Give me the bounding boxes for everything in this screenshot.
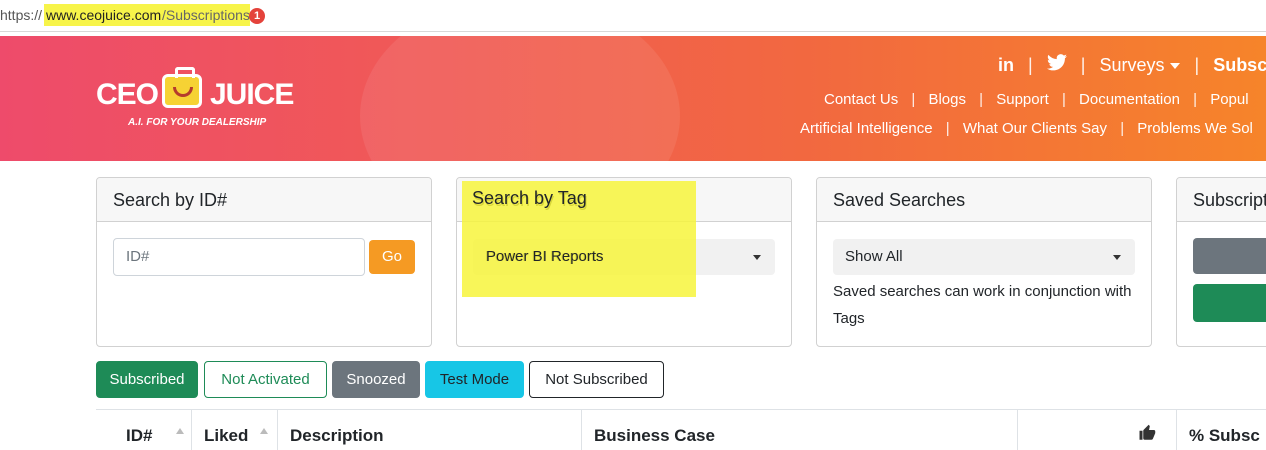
nav-what-our-clients-say[interactable]: What Our Clients Say [963, 120, 1107, 137]
column-header-description[interactable]: Description [277, 410, 581, 450]
surveys-menu[interactable]: Surveys [1099, 54, 1181, 76]
saved-searches-card: Saved Searches Show All Saved searches c… [816, 177, 1152, 347]
go-button[interactable]: Go [369, 240, 415, 274]
column-header-id[interactable]: ID# [96, 410, 191, 450]
filter-subscribed[interactable]: Subscribed [96, 361, 198, 398]
subscriptions-card: Subscript [1176, 177, 1266, 347]
top-nav: in | | Surveys | Subscr [998, 54, 1266, 76]
url-path: /Subscriptions [162, 7, 250, 23]
logo-tagline: A.I. FOR YOUR DEALERSHIP [128, 117, 267, 128]
url-domain: www.ceojuice.com [46, 7, 162, 23]
nav-problems-we-solve[interactable]: Problems We Sol [1137, 120, 1253, 137]
search-by-id-card: Search by ID# ID# Go [96, 177, 432, 347]
tag-select-value-overlay: Power BI Reports [486, 248, 604, 265]
column-header-liked[interactable]: Liked [191, 410, 277, 450]
address-bar[interactable]: https:// www.ceojuice.com /Subscriptions… [0, 0, 1266, 32]
saved-search-select[interactable]: Show All [833, 239, 1135, 275]
column-header-percent-subscribed[interactable]: % Subsc [1176, 410, 1266, 450]
subscriptions-action-button[interactable] [1193, 238, 1266, 274]
annotation-badge: 1 [249, 8, 265, 24]
card-title: Search by ID# [97, 178, 431, 222]
card-title: Saved Searches [817, 178, 1151, 222]
site-header: CEO JUICE A.I. FOR YOUR DEALERSHIP in | … [0, 36, 1266, 161]
column-header-business-case[interactable]: Business Case [581, 410, 1017, 450]
logo-word-left: CEO [96, 78, 159, 111]
nav-documentation[interactable]: Documentation [1079, 91, 1180, 108]
column-header-blank [1017, 410, 1176, 450]
briefcase-smile-icon [162, 67, 202, 108]
filter-test-mode[interactable]: Test Mode [425, 361, 524, 398]
filter-snoozed[interactable]: Snoozed [332, 361, 420, 398]
linkedin-icon[interactable]: in [998, 55, 1014, 76]
nav-row-2: Contact Us | Blogs | Support | Documenta… [824, 90, 1249, 108]
sort-icon [176, 428, 184, 434]
card-title: Subscript [1177, 178, 1266, 222]
nav-subscriptions[interactable]: Subscr [1213, 55, 1266, 76]
nav-row-3: Artificial Intelligence | What Our Clien… [800, 119, 1253, 137]
surveys-label: Surveys [1099, 55, 1165, 76]
chevron-down-icon [1170, 62, 1181, 69]
nav-support[interactable]: Support [996, 91, 1049, 108]
logo-word-right: JUICE [210, 78, 294, 111]
twitter-icon[interactable] [1046, 54, 1067, 76]
nav-popular[interactable]: Popul [1210, 91, 1248, 108]
dropdown-caret-icon [1113, 255, 1121, 260]
url-protocol: https:// [0, 7, 43, 23]
header-decoration [360, 36, 680, 161]
nav-artificial-intelligence[interactable]: Artificial Intelligence [800, 120, 933, 137]
subscriptions-primary-button[interactable] [1193, 284, 1266, 322]
sort-icon [260, 428, 268, 434]
subscriptions-table: ID# Liked Description Business Case % Su… [96, 409, 1266, 450]
id-search-input[interactable]: ID# [113, 238, 365, 276]
dropdown-caret-icon [753, 255, 761, 260]
filter-not-subscribed[interactable]: Not Subscribed [529, 361, 664, 398]
saved-search-note: Saved searches can work in conjunction w… [833, 283, 1132, 327]
filter-not-activated[interactable]: Not Activated [204, 361, 327, 398]
search-by-tag-title-overlay: Search by Tag [472, 188, 587, 208]
nav-contact-us[interactable]: Contact Us [824, 91, 898, 108]
nav-blogs[interactable]: Blogs [928, 91, 966, 108]
saved-search-value: Show All [845, 248, 903, 265]
